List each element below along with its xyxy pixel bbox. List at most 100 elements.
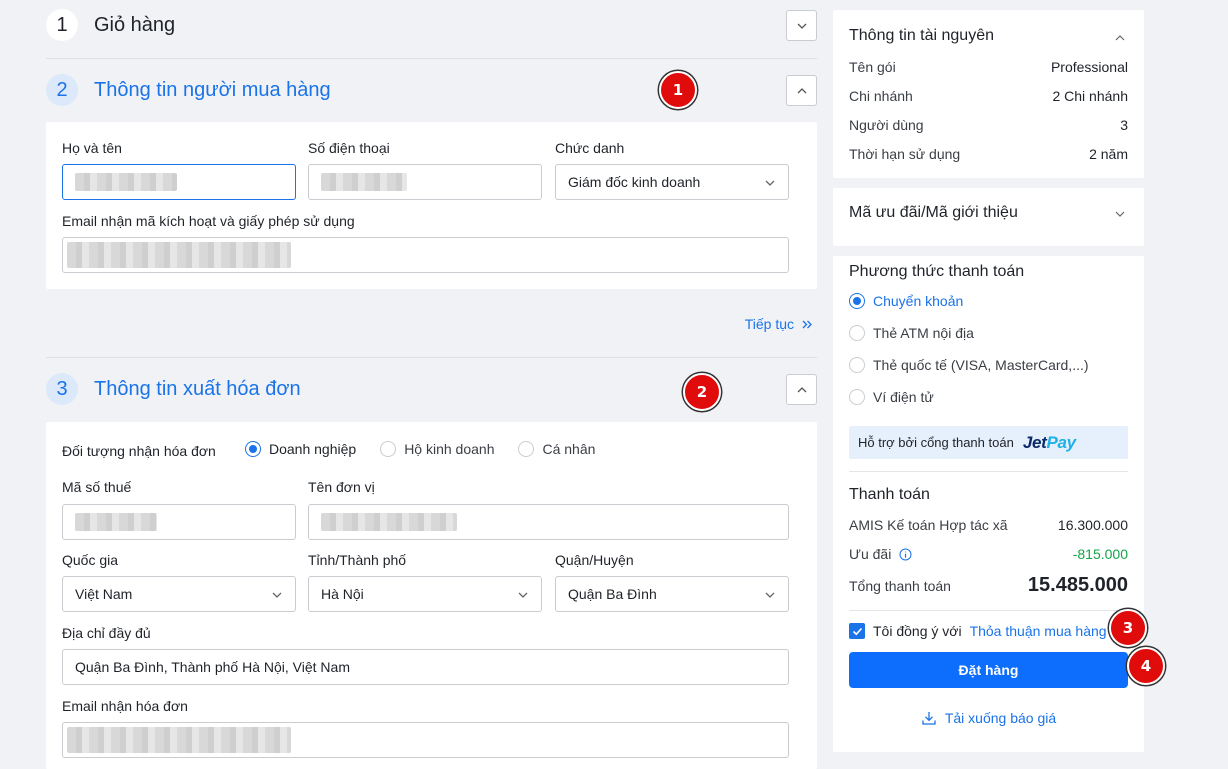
download-label: Tải xuống báo giá (944, 710, 1057, 726)
address-value: Quận Ba Đình, Thành phố Hà Nội, Việt Nam (75, 659, 350, 675)
agree-prefix: Tôi đồng ý với (873, 623, 962, 639)
payment-method-ewallet[interactable]: Ví điện tử (849, 389, 934, 405)
redacted-value (321, 173, 407, 191)
radio-ho-kinh-doanh[interactable] (380, 441, 397, 457)
tax-input[interactable] (62, 504, 296, 540)
position-select[interactable]: Giám đốc kinh doanh (555, 164, 789, 200)
product-label: AMIS Kế toán Hợp tác xã (849, 517, 1008, 533)
check-icon (852, 627, 862, 635)
discount-label-group: Ưu đãi (849, 546, 912, 562)
radio-button[interactable] (849, 389, 865, 405)
resource-row: Chi nhánh 2 Chi nhánh (849, 88, 1128, 104)
chevron-down-icon (797, 23, 806, 29)
resource-key: Thời hạn sử dụng (849, 146, 961, 162)
address-input[interactable]: Quận Ba Đình, Thành phố Hà Nội, Việt Nam (62, 649, 789, 685)
total-label: Tổng thanh toán (849, 577, 951, 594)
continue-label: Tiếp tục (744, 316, 794, 332)
chevron-down-icon (765, 180, 775, 186)
jetpay-logo-part2: Pay (1046, 432, 1076, 452)
payment-method-atm[interactable]: Thẻ ATM nội địa (849, 325, 974, 341)
continue-link[interactable]: Tiếp tục (745, 316, 813, 332)
annotation-marker-4: 4 (1127, 647, 1165, 685)
address-label: Địa chỉ đầy đủ (62, 625, 151, 641)
product-row: AMIS Kế toán Hợp tác xã 16.300.000 (849, 517, 1128, 533)
download-icon (922, 712, 936, 725)
name-label: Họ và tên (62, 140, 122, 156)
collapse-button[interactable] (786, 75, 817, 106)
resource-info-title: Thông tin tài nguyên (849, 27, 994, 44)
place-order-button[interactable]: Đặt hàng (849, 652, 1128, 688)
district-select[interactable]: Quận Ba Đình (555, 576, 789, 612)
radio-ca-nhan[interactable] (518, 441, 535, 457)
resource-key: Chi nhánh (849, 88, 913, 104)
position-label: Chức danh (555, 140, 625, 156)
resource-value: Professional (1050, 59, 1128, 75)
step-number: 3 (46, 373, 78, 405)
resource-value: 3 (1120, 117, 1128, 133)
unit-label: Tên đơn vị (308, 479, 375, 495)
position-value: Giám đốc kinh doanh (568, 174, 701, 190)
resource-value: 2 Chi nhánh (1052, 88, 1128, 104)
step-title: Thông tin xuất hóa đơn (94, 377, 301, 400)
total-row: Tổng thanh toán 15.485.000 (849, 574, 1128, 597)
chevron-down-icon (765, 592, 775, 598)
invoice-email-input[interactable] (62, 722, 789, 758)
step-buyer-header[interactable]: 2 Thông tin người mua hàng (46, 60, 817, 120)
radio-button[interactable] (849, 293, 865, 309)
collapse-button[interactable] (786, 374, 817, 405)
discount-label: Ưu đãi (849, 546, 892, 562)
divider (46, 357, 817, 358)
phone-input[interactable] (308, 164, 542, 200)
discount-value: -815.000 (1072, 546, 1128, 562)
chevron-up-icon[interactable] (1114, 32, 1126, 44)
resource-value: 2 năm (1089, 146, 1128, 162)
download-quote-link[interactable]: Tải xuống báo giá (833, 710, 1144, 726)
redacted-value (75, 513, 157, 531)
resource-info-panel: Thông tin tài nguyên Tên gói Professional… (833, 10, 1144, 178)
resource-row: Tên gói Professional (849, 59, 1128, 75)
purchase-agreement-link[interactable]: Thỏa thuận mua hàng (970, 623, 1107, 639)
email-input[interactable] (62, 237, 789, 273)
jetpay-logo: JetPay (1023, 433, 1076, 453)
expand-button[interactable] (786, 10, 817, 41)
jetpay-banner: Hỗ trợ bởi cổng thanh toán JetPay (849, 426, 1128, 459)
chevron-up-icon (797, 87, 806, 93)
step-title: Thông tin người mua hàng (94, 78, 331, 101)
chevron-down-icon (1115, 211, 1125, 217)
city-select[interactable]: Hà Nội (308, 576, 542, 612)
name-input[interactable] (62, 164, 296, 200)
summary-title: Thanh toán (849, 486, 930, 503)
double-chevron-right-icon (802, 320, 812, 328)
payment-title: Phương thức thanh toán (849, 263, 1025, 280)
agreement-row: Tôi đồng ý với Thỏa thuận mua hàng (849, 623, 1107, 639)
recipient-radio-group: Doanh nghiệp Hộ kinh doanh Cá nhân (245, 441, 595, 457)
discount-row: Ưu đãi -815.000 (849, 546, 1128, 562)
country-select[interactable]: Việt Nam (62, 576, 296, 612)
radio-doanh-nghiep[interactable] (245, 441, 261, 457)
invoice-email-label: Email nhận hóa đơn (62, 698, 188, 714)
payment-method-label: Thẻ quốc tế (VISA, MasterCard,...) (873, 357, 1089, 373)
recipient-label: Đối tượng nhận hóa đơn (62, 443, 216, 459)
product-price: 16.300.000 (1057, 517, 1128, 533)
step-cart-header[interactable]: 1 Giỏ hàng (46, 0, 817, 55)
radio-button[interactable] (849, 357, 865, 373)
city-label: Tỉnh/Thành phố (308, 552, 407, 568)
radio-label: Hộ kinh doanh (404, 441, 495, 457)
buyer-info-card: Họ và tên Số điện thoại Chức danh Giám đ… (46, 122, 817, 289)
unit-input[interactable] (308, 504, 789, 540)
payment-method-transfer[interactable]: Chuyển khoản (849, 293, 963, 309)
jetpay-logo-part1: Jet (1022, 432, 1047, 452)
payment-method-international[interactable]: Thẻ quốc tế (VISA, MasterCard,...) (849, 357, 1089, 373)
radio-button[interactable] (849, 325, 865, 341)
resource-row: Người dùng 3 (849, 117, 1128, 133)
step-number: 2 (46, 74, 78, 106)
resource-key: Tên gói (849, 59, 896, 75)
total-value: 15.485.000 (1027, 574, 1128, 596)
agree-checkbox[interactable] (849, 623, 865, 639)
promo-panel[interactable]: Mã ưu đãi/Mã giới thiệu (833, 188, 1144, 246)
info-icon[interactable] (899, 548, 912, 561)
city-value: Hà Nội (321, 586, 364, 602)
district-value: Quận Ba Đình (568, 586, 657, 602)
redacted-value (321, 513, 457, 531)
tax-label: Mã số thuế (62, 479, 132, 495)
